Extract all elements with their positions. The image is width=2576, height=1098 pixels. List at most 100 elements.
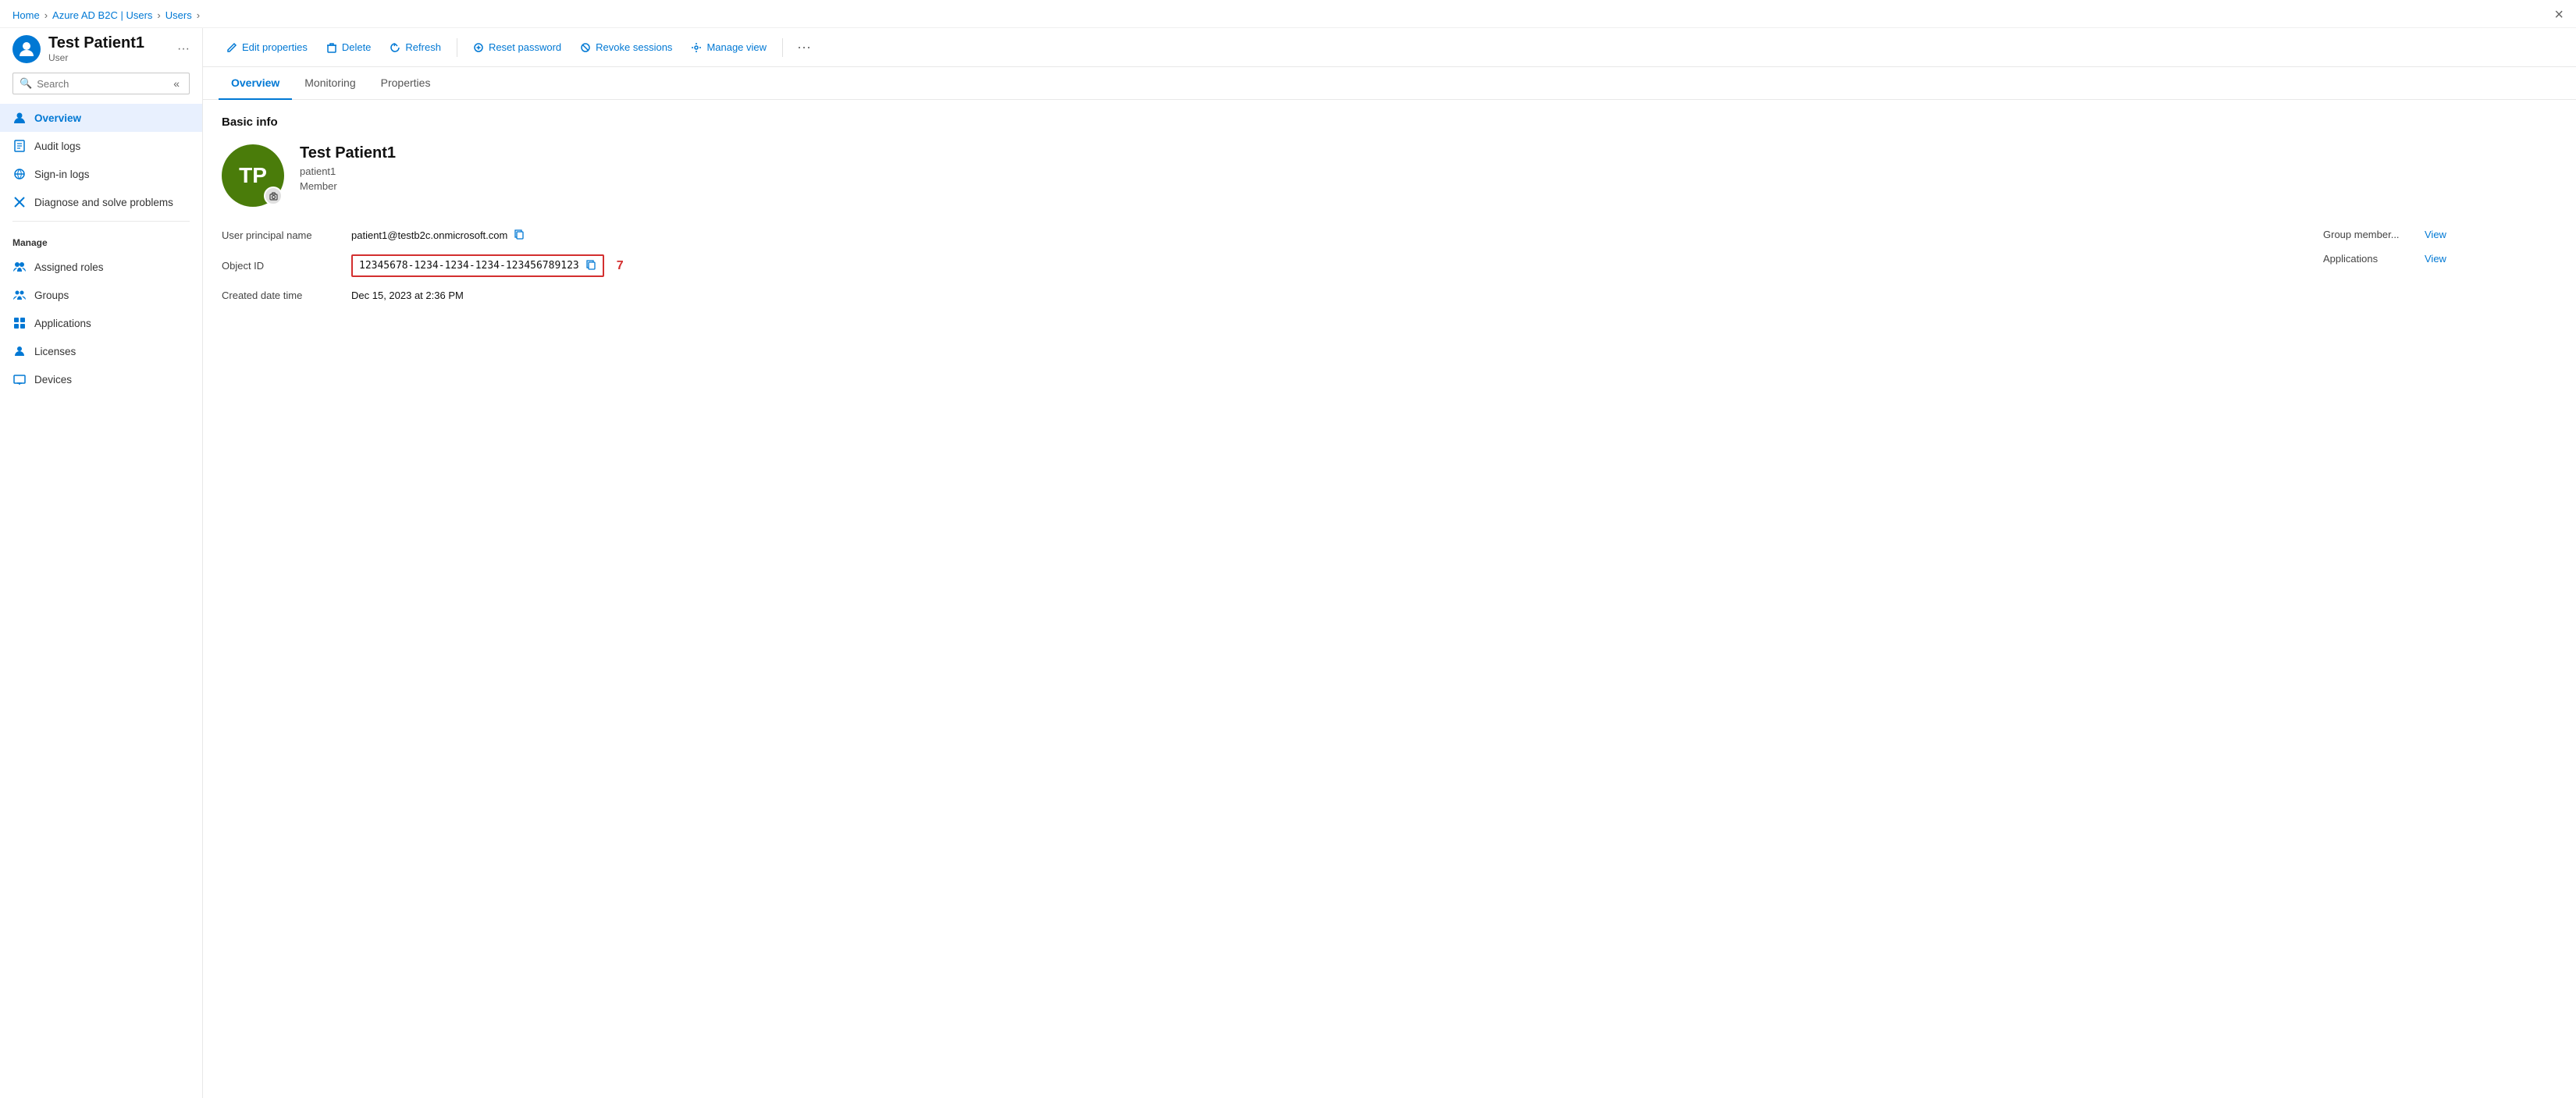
tab-overview[interactable]: Overview [219, 67, 292, 100]
tab-monitoring[interactable]: Monitoring [292, 67, 368, 100]
profile-username: patient1 [300, 165, 396, 177]
object-id-value: 12345678-1234-1234-1234-123456789123 7 [351, 254, 624, 277]
reset-password-button[interactable]: Reset password [465, 37, 569, 58]
user-header: Test Patient1 User ··· [0, 28, 202, 73]
sidebar-item-audit-logs[interactable]: Audit logs [0, 132, 202, 160]
upn-copy-icon[interactable] [514, 229, 525, 242]
groups-icon [12, 288, 27, 302]
camera-button[interactable] [264, 187, 283, 205]
refresh-button[interactable]: Refresh [382, 37, 449, 58]
user-subtitle: User [48, 52, 144, 63]
object-id-annotation: 7 [617, 259, 624, 273]
page-title: Test Patient1 [48, 34, 144, 52]
object-id-label: Object ID [222, 260, 339, 272]
revoke-sessions-button[interactable]: Revoke sessions [572, 37, 680, 58]
manage-view-button[interactable]: Manage view [683, 37, 774, 58]
user-name-section: Test Patient1 User [48, 34, 144, 63]
sidebar: Test Patient1 User ··· 🔍 « [0, 28, 203, 1098]
sidebar-item-diagnose-label: Diagnose and solve problems [34, 197, 173, 208]
created-date-field-row: Created date time Dec 15, 2023 at 2:36 P… [222, 290, 2276, 301]
delete-icon [326, 42, 337, 53]
sidebar-item-sign-in-logs-label: Sign-in logs [34, 169, 90, 180]
sidebar-item-applications-label: Applications [34, 318, 91, 329]
content-area: Basic info TP Tes [203, 100, 2576, 317]
profile-initials: TP [239, 163, 267, 188]
sidebar-item-devices[interactable]: Devices [0, 365, 202, 393]
object-id-text: 12345678-1234-1234-1234-123456789123 [359, 260, 579, 272]
sidebar-item-diagnose[interactable]: Diagnose and solve problems [0, 188, 202, 216]
object-id-field-row: Object ID 12345678-1234-1234-1234-123456… [222, 254, 2276, 277]
close-button[interactable]: × [2554, 6, 2564, 24]
upn-label: User principal name [222, 229, 339, 241]
sign-in-logs-icon [12, 167, 27, 181]
profile-avatar: TP [222, 144, 284, 207]
manage-view-icon [691, 42, 702, 53]
devices-icon [12, 372, 27, 386]
audit-logs-icon [12, 139, 27, 153]
fields-right: Group member... View Applications View [2323, 229, 2557, 301]
created-date-value: Dec 15, 2023 at 2:36 PM [351, 290, 464, 301]
manage-section-title: Manage [0, 226, 202, 253]
group-member-row: Group member... View [2323, 229, 2557, 240]
sidebar-nav: Overview Audit logs [0, 104, 202, 1098]
reset-password-icon [473, 42, 484, 53]
search-input[interactable] [37, 78, 165, 90]
breadcrumb-users[interactable]: Users [165, 9, 192, 21]
search-icon: 🔍 [20, 77, 32, 90]
applications-label: Applications [2323, 253, 2417, 265]
profile-name: Test Patient1 [300, 144, 396, 162]
tabs: Overview Monitoring Properties [203, 67, 2576, 100]
breadcrumb: Home › Azure AD B2C | Users › Users › [12, 9, 200, 21]
assigned-roles-icon [12, 260, 27, 274]
sidebar-item-overview[interactable]: Overview [0, 104, 202, 132]
main-content: Edit properties Delete Refresh [203, 28, 2576, 1098]
search-box: 🔍 « [12, 73, 190, 94]
sidebar-item-assigned-roles[interactable]: Assigned roles [0, 253, 202, 281]
profile-section: TP Test Patient1 patient1 Member [222, 144, 2557, 207]
object-id-copy-icon[interactable] [585, 259, 596, 272]
nav-divider [12, 221, 190, 222]
group-member-label: Group member... [2323, 229, 2417, 240]
collapse-icon[interactable]: « [170, 77, 183, 90]
group-member-view-link[interactable]: View [2425, 229, 2446, 240]
upn-value: patient1@testb2c.onmicrosoft.com [351, 229, 525, 242]
sidebar-item-assigned-roles-label: Assigned roles [34, 261, 104, 273]
fields-left: User principal name patient1@testb2c.onm… [222, 229, 2276, 301]
sidebar-item-licenses[interactable]: Licenses [0, 337, 202, 365]
refresh-icon [390, 42, 400, 53]
upn-field-row: User principal name patient1@testb2c.onm… [222, 229, 2276, 242]
overview-icon [12, 111, 27, 125]
breadcrumb-azure-ad[interactable]: Azure AD B2C | Users [52, 9, 152, 21]
breadcrumb-home[interactable]: Home [12, 9, 40, 21]
diagnose-icon [12, 195, 27, 209]
tab-properties[interactable]: Properties [368, 67, 443, 100]
applications-icon [12, 316, 27, 330]
licenses-icon [12, 344, 27, 358]
applications-view-link[interactable]: View [2425, 253, 2446, 265]
profile-info: Test Patient1 patient1 Member [300, 144, 396, 192]
revoke-sessions-icon [580, 42, 591, 53]
basic-info-title: Basic info [222, 115, 2557, 129]
toolbar-more-icon[interactable]: ··· [791, 36, 817, 59]
object-id-box: 12345678-1234-1234-1234-123456789123 [351, 254, 604, 277]
delete-button[interactable]: Delete [318, 37, 379, 58]
sidebar-item-audit-logs-label: Audit logs [34, 140, 80, 152]
sidebar-item-overview-label: Overview [34, 112, 81, 124]
created-date-label: Created date time [222, 290, 339, 301]
sidebar-item-devices-label: Devices [34, 374, 72, 386]
sidebar-item-licenses-label: Licenses [34, 346, 76, 357]
sidebar-item-groups-label: Groups [34, 290, 69, 301]
toolbar: Edit properties Delete Refresh [203, 28, 2576, 67]
edit-icon [226, 42, 237, 53]
sidebar-item-sign-in-logs[interactable]: Sign-in logs [0, 160, 202, 188]
applications-row: Applications View [2323, 253, 2557, 265]
edit-properties-button[interactable]: Edit properties [219, 37, 315, 58]
user-avatar-small [12, 35, 41, 63]
toolbar-divider-2 [782, 38, 783, 57]
profile-role: Member [300, 180, 396, 192]
app-container: Home › Azure AD B2C | Users › Users › × … [0, 0, 2576, 1098]
fields-layout: User principal name patient1@testb2c.onm… [222, 229, 2557, 301]
sidebar-item-groups[interactable]: Groups [0, 281, 202, 309]
sidebar-item-applications[interactable]: Applications [0, 309, 202, 337]
more-options-icon[interactable]: ··· [177, 42, 190, 56]
